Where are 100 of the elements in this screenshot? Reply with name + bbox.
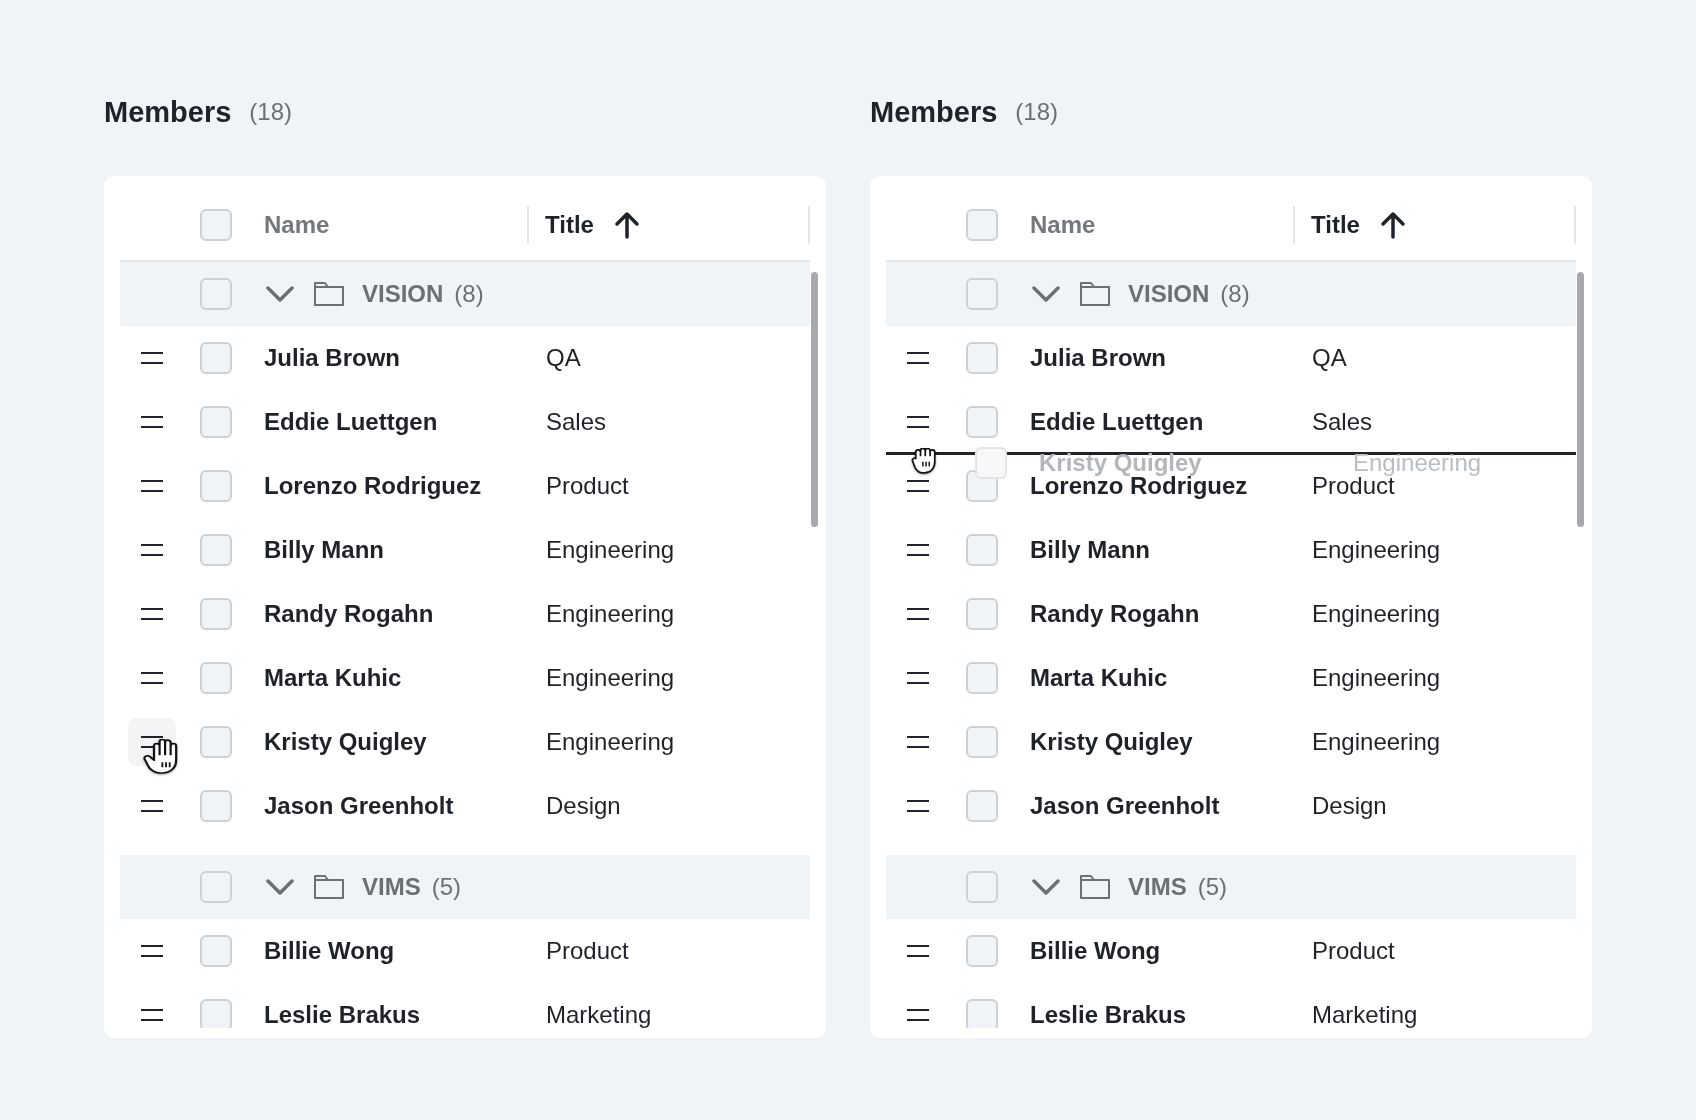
checkbox[interactable] [200, 406, 232, 438]
checkbox[interactable] [200, 662, 232, 694]
checkbox[interactable] [200, 209, 232, 241]
job-title: Sales [1312, 409, 1373, 435]
checkbox[interactable] [966, 406, 998, 438]
page-title: Members [870, 95, 998, 130]
drag-handle-icon[interactable] [141, 945, 163, 957]
open-hand-cursor-icon [143, 739, 178, 775]
folder-icon [314, 875, 344, 899]
chevron-down-icon[interactable] [266, 879, 294, 895]
job-title: Design [1312, 793, 1387, 819]
checkbox[interactable] [966, 871, 998, 903]
checkbox[interactable] [200, 278, 232, 310]
job-title: Engineering [546, 537, 675, 563]
page-title: Members [104, 95, 232, 130]
drag-handle-icon[interactable] [907, 544, 929, 556]
drag-handle-icon[interactable] [141, 480, 163, 492]
group-count: (8) [1220, 281, 1250, 307]
member-name: Kristy Quigley [264, 729, 427, 755]
checkbox[interactable] [966, 999, 998, 1028]
checkbox[interactable] [200, 534, 232, 566]
checkbox[interactable] [966, 209, 998, 241]
member-name: Julia Brown [264, 345, 401, 371]
checkbox[interactable] [966, 726, 998, 758]
folder-icon [314, 282, 344, 306]
drag-handle-icon[interactable] [907, 480, 929, 492]
ghost-checkbox[interactable] [975, 447, 1007, 479]
group-name: VIMS [362, 874, 421, 900]
member-name: Leslie Brakus [1030, 1002, 1187, 1028]
checkbox[interactable] [200, 470, 232, 502]
member-count: (18) [1015, 97, 1058, 127]
checkbox[interactable] [200, 726, 232, 758]
job-title: Engineering [1312, 601, 1441, 627]
drag-handle-icon[interactable] [141, 352, 163, 364]
member-name: Billie Wong [1030, 938, 1161, 964]
job-title: Design [546, 793, 621, 819]
arrow-up-icon[interactable] [613, 211, 640, 239]
drag-handle-icon[interactable] [907, 352, 929, 364]
job-title: Sales [546, 409, 607, 435]
drag-handle-icon[interactable] [141, 736, 163, 748]
member-name: Kristy Quigley [1030, 729, 1193, 755]
job-title: Product [1312, 938, 1395, 964]
job-title: QA [1312, 345, 1347, 371]
drag-handle-icon[interactable] [141, 608, 163, 620]
member-count: (18) [249, 97, 292, 127]
member-name: Eddie Luettgen [1030, 409, 1204, 435]
member-name: Lorenzo Rodriguez [264, 473, 482, 499]
job-title: Engineering [1312, 665, 1441, 691]
column-header[interactable]: Name [1030, 210, 1096, 240]
column-header[interactable]: Title [1311, 210, 1360, 240]
checkbox[interactable] [200, 999, 232, 1028]
scrollbar-thumb[interactable] [1577, 272, 1584, 527]
member-name: Randy Rogahn [264, 601, 434, 627]
job-title: Engineering [1312, 729, 1441, 755]
drag-handle-icon[interactable] [907, 800, 929, 812]
drag-handle-icon[interactable] [141, 800, 163, 812]
folder-icon [1080, 875, 1110, 899]
member-name: Leslie Brakus [264, 1002, 421, 1028]
drag-handle-icon[interactable] [141, 544, 163, 556]
checkbox[interactable] [966, 662, 998, 694]
drag-handle-icon[interactable] [907, 945, 929, 957]
checkbox[interactable] [200, 871, 232, 903]
arrow-up-icon[interactable] [1379, 211, 1406, 239]
checkbox[interactable] [200, 790, 232, 822]
checkbox[interactable] [966, 790, 998, 822]
job-title: Engineering [546, 665, 675, 691]
drag-handle-icon[interactable] [141, 416, 163, 428]
chevron-down-icon[interactable] [266, 286, 294, 302]
drag-handle-icon[interactable] [141, 672, 163, 684]
member-name: Marta Kuhic [264, 665, 402, 691]
dragged-member-name: Kristy Quigley [1039, 450, 1203, 476]
checkbox[interactable] [966, 278, 998, 310]
checkbox[interactable] [200, 342, 232, 374]
column-header[interactable]: Title [545, 210, 594, 240]
scrollbar-thumb[interactable] [811, 272, 818, 527]
checkbox[interactable] [966, 342, 998, 374]
closed-hand-cursor-icon [910, 448, 938, 474]
member-name: Jason Greenholt [1030, 793, 1220, 819]
checkbox[interactable] [966, 598, 998, 630]
group-count: (5) [431, 874, 462, 900]
checkbox[interactable] [200, 935, 232, 967]
drag-handle-icon[interactable] [907, 1009, 929, 1021]
member-name: Jason Greenholt [264, 793, 454, 819]
folder-icon [1080, 282, 1110, 306]
member-name: Billy Mann [264, 537, 384, 563]
checkbox[interactable] [200, 598, 232, 630]
checkbox[interactable] [966, 534, 998, 566]
drag-handle-icon[interactable] [907, 672, 929, 684]
job-title: Engineering [1312, 537, 1441, 563]
chevron-down-icon[interactable] [1032, 879, 1060, 895]
checkbox[interactable] [966, 935, 998, 967]
drag-handle-icon[interactable] [907, 416, 929, 428]
chevron-down-icon[interactable] [1032, 286, 1060, 302]
column-header[interactable]: Name [264, 210, 330, 240]
drag-handle-icon[interactable] [141, 1009, 163, 1021]
job-title: Engineering [546, 729, 675, 755]
drag-handle-icon[interactable] [907, 608, 929, 620]
job-title: Product [546, 938, 629, 964]
drag-handle-icon[interactable] [907, 736, 929, 748]
member-name: Randy Rogahn [1030, 601, 1200, 627]
